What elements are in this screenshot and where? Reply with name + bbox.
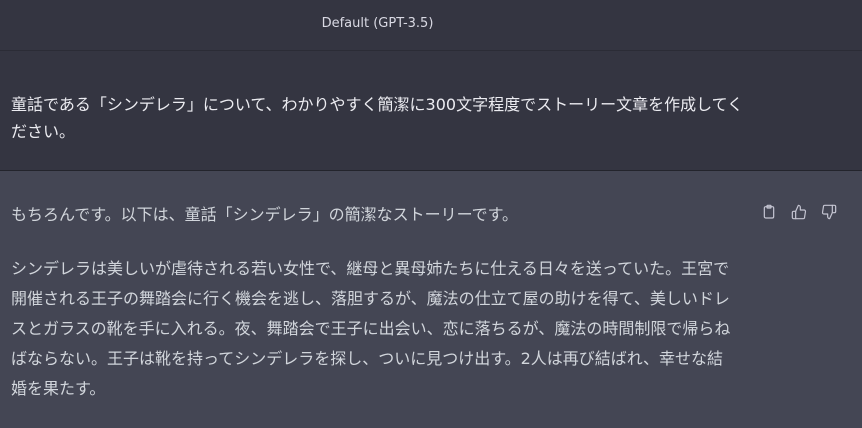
message-actions bbox=[758, 201, 840, 223]
model-header: Default (GPT-3.5) bbox=[0, 0, 862, 51]
thumbs-up-button[interactable] bbox=[788, 201, 810, 223]
assistant-message-block: もちろんです。以下は、童話「シンデレラ」の簡潔なストーリーです。 シンデレラは美… bbox=[0, 171, 862, 428]
assistant-story-text: シンデレラは美しいが虐待される若い女性で、継母と異母姉たちに仕える日々を送ってい… bbox=[11, 259, 731, 398]
copy-button[interactable] bbox=[758, 201, 780, 223]
thumbs-down-icon bbox=[821, 204, 837, 220]
clipboard-icon bbox=[763, 204, 775, 219]
user-message-text: 童話である「シンデレラ」について、わかりやすく簡潔に300文字程度でストーリー文… bbox=[11, 95, 744, 141]
thumbs-down-button[interactable] bbox=[818, 201, 840, 223]
thumbs-up-icon bbox=[791, 204, 807, 220]
user-message-block: 童話である「シンデレラ」について、わかりやすく簡潔に300文字程度でストーリー文… bbox=[0, 51, 862, 171]
assistant-intro-text: もちろんです。以下は、童話「シンデレラ」の簡潔なストーリーです。 bbox=[11, 205, 519, 224]
model-label[interactable]: Default (GPT-3.5) bbox=[0, 16, 755, 31]
